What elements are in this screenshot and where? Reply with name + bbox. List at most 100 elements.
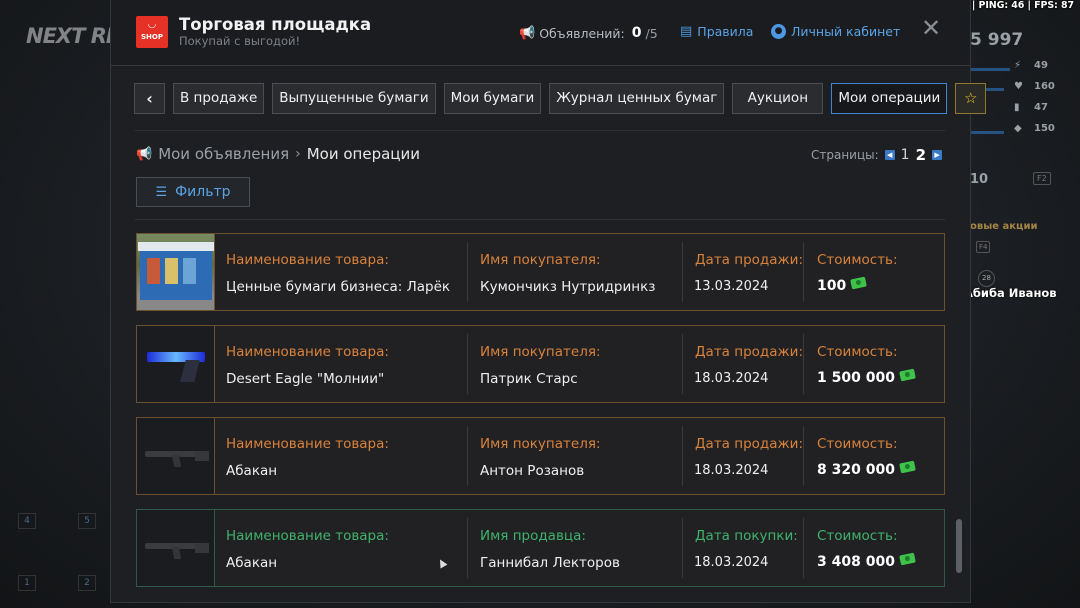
window-title: Торговая площадка [179, 15, 372, 34]
rules-link[interactable]: ▤ Правила [680, 24, 753, 39]
tab-my-operations[interactable]: Мои операции [831, 83, 948, 114]
filter-label: Фильтр [175, 184, 231, 200]
server-logo: NEXT RP [26, 24, 121, 48]
back-button[interactable]: ‹ [134, 83, 165, 114]
rifle-image [137, 510, 215, 586]
price-value: 8 320 000 [817, 460, 916, 478]
party-name: Патрик Старс [480, 371, 578, 387]
column-divider [803, 518, 804, 578]
ads-count: 0 [631, 25, 642, 41]
item-name: Абакан [226, 555, 278, 571]
drink-icon: ▮ [1014, 102, 1020, 113]
breadcrumb-parent[interactable]: Мои объявления [158, 145, 289, 163]
price-value: 1 500 000 [817, 368, 916, 386]
party-label: Имя покупателя: [480, 252, 601, 268]
price-amount: 3 408 000 [817, 554, 895, 570]
operation-row[interactable]: Наименование товара: Ценные бумаги бизне… [136, 233, 945, 311]
list-scrollbar[interactable] [956, 519, 962, 573]
chevron-right-icon: › [295, 146, 301, 162]
window-header: ◡ SHOP Торговая площадка Покупай с выгод… [111, 0, 970, 66]
tab-issued-securities[interactable]: Выпущенные бумаги [272, 83, 436, 114]
kiosk-image [137, 234, 215, 310]
price-label: Стоимость: [817, 252, 898, 268]
pagination-label: Страницы: [811, 148, 879, 162]
hud-stat: 150 [1034, 123, 1055, 134]
party-label: Имя покупателя: [480, 436, 601, 452]
column-divider [467, 518, 468, 578]
operation-date: 13.03.2024 [694, 279, 769, 294]
hud-stat: 49 [1034, 60, 1048, 71]
chevron-left-icon: ‹ [146, 89, 153, 108]
cash-icon [899, 552, 916, 566]
marketplace-window: ◡ SHOP Торговая площадка Покупай с выгод… [110, 0, 987, 603]
item-name-label: Наименование товара: [226, 252, 389, 268]
operation-row[interactable]: Наименование товара: Desert Eagle "Молни… [136, 325, 945, 403]
pagination: Страницы: ◀ 1 2 ▶ [811, 146, 943, 164]
operation-row[interactable]: Наименование товара: Абакан Имя продавца… [136, 509, 945, 587]
price-amount: 1 500 000 [817, 370, 895, 386]
rules-label: Правила [697, 24, 754, 39]
hud-bar [970, 68, 1010, 71]
star-icon: ☆ [964, 89, 978, 107]
shop-logo-label: SHOP [141, 33, 163, 41]
price-label: Стоимость: [817, 436, 898, 452]
sliders-icon: ☰ [155, 184, 168, 200]
tab-securities-journal[interactable]: Журнал ценных бумаг [549, 83, 725, 114]
operation-row[interactable]: Наименование товара: Абакан Имя покупате… [136, 417, 945, 495]
column-divider [803, 334, 804, 394]
date-label: Дата покупки: [695, 528, 798, 544]
ads-limit: /5 [645, 25, 658, 41]
filter-button[interactable]: ☰ Фильтр [136, 177, 250, 207]
date-label: Дата продажи: [695, 252, 803, 268]
hud-slot: 5 [78, 513, 96, 529]
operation-date: 18.03.2024 [694, 555, 769, 570]
hud-f2-key: F2 [1033, 172, 1051, 185]
operation-date: 18.03.2024 [694, 463, 769, 478]
tab-auction[interactable]: Аукцион [732, 83, 824, 114]
clipboard-icon: ▤ [680, 24, 693, 39]
party-name: Антон Розанов [480, 463, 585, 479]
cash-icon [850, 276, 868, 290]
divider [135, 130, 945, 131]
shopping-bag-icon: ◡ [147, 19, 157, 30]
item-name: Абакан [226, 463, 278, 479]
megaphone-icon: 📢 [519, 25, 536, 41]
column-divider [803, 426, 804, 486]
price-amount: 100 [817, 278, 847, 294]
party-label: Имя продавца: [480, 528, 586, 544]
hud-promo-text: овые акции [970, 221, 1038, 232]
column-divider [682, 426, 683, 486]
price-value: 3 408 000 [817, 552, 916, 570]
armor-icon: ◆ [1014, 123, 1022, 134]
cash-icon [899, 460, 916, 474]
column-divider [803, 242, 804, 302]
window-subtitle: Покупай с выгодой! [179, 34, 301, 48]
item-name-label: Наименование товара: [226, 344, 389, 360]
column-divider [467, 426, 468, 486]
column-divider [682, 242, 683, 302]
rifle-image [137, 418, 215, 494]
page-link[interactable]: 1 [901, 147, 910, 163]
price-label: Стоимость: [817, 528, 898, 544]
hud-money: 5 997 [970, 30, 1024, 50]
next-page-button[interactable]: ▶ [932, 150, 943, 160]
personal-cabinet-link[interactable]: ● Личный кабинет [771, 24, 900, 39]
page-link-current[interactable]: 2 [916, 146, 926, 164]
hud-stat: 160 [1034, 81, 1055, 92]
column-divider [682, 334, 683, 394]
prev-page-button[interactable]: ◀ [884, 150, 895, 160]
user-icon: ● [771, 24, 786, 39]
breadcrumb-current: Мои операции [306, 145, 420, 163]
cash-icon [899, 368, 916, 382]
tab-for-sale[interactable]: В продаже [173, 83, 265, 114]
column-divider [467, 334, 468, 394]
close-button[interactable]: ✕ [921, 14, 941, 42]
ads-counter: 📢 Объявлений: 0 /5 [519, 25, 658, 41]
hunger-icon: ⚡ [1014, 60, 1022, 71]
tab-my-securities[interactable]: Мои бумаги [443, 83, 542, 114]
item-name: Ценные бумаги бизнеса: Ларёк [226, 279, 451, 295]
divider [135, 219, 945, 220]
favorites-button[interactable]: ☆ [955, 83, 987, 114]
hud-slot: 4 [18, 513, 36, 529]
cabinet-label: Личный кабинет [791, 24, 901, 39]
